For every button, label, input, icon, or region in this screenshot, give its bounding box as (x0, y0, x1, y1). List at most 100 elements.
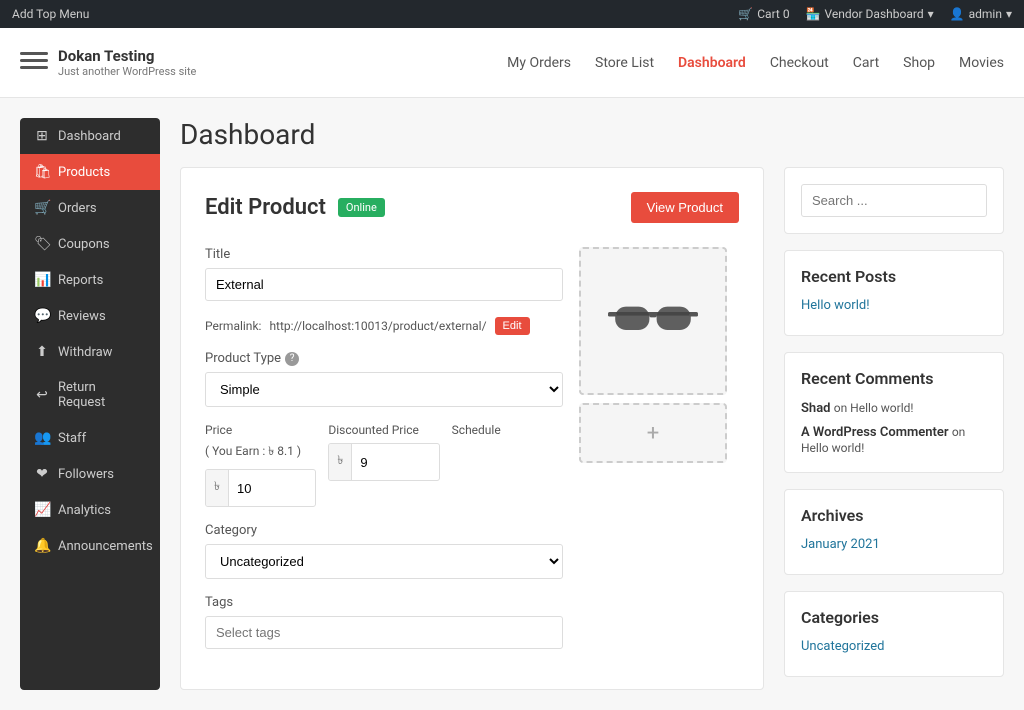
add-image-button[interactable]: + (579, 403, 727, 463)
vendor-dashboard-label: Vendor Dashboard (825, 7, 924, 21)
recent-posts-widget: Recent Posts Hello world! (784, 250, 1004, 336)
menu-icon[interactable] (20, 52, 48, 74)
sidebar-item-orders[interactable]: 🛒 Orders (20, 190, 160, 226)
sidebar-item-label: Return Request (58, 380, 146, 410)
cart-label: Cart 0 (757, 7, 789, 21)
product-image-panel: + (579, 247, 739, 665)
recent-post-link-0[interactable]: Hello world! (801, 298, 987, 313)
admin-bar-left: Add Top Menu (12, 7, 89, 21)
page-wrapper: ⊞ Dashboard 🛍 Products 🛒 Orders 🏷 Coupon… (0, 98, 1024, 710)
site-title: Dokan Testing (58, 47, 196, 65)
price-row: Price ( You Earn : ৳ 8.1 ) ৳ Discounted … (205, 423, 563, 507)
return-icon: ↩ (34, 387, 50, 403)
nav-shop[interactable]: Shop (903, 55, 935, 71)
comment-author-1: A WordPress Commenter (801, 425, 952, 440)
permalink-label: Permalink: (205, 319, 261, 333)
help-icon: ? (285, 352, 299, 366)
discounted-price-col: Discounted Price ৳ (328, 423, 439, 507)
site-tagline: Just another WordPress site (58, 65, 196, 78)
view-product-button[interactable]: View Product (631, 192, 739, 223)
title-label: Title (205, 247, 563, 262)
categories-widget: Categories Uncategorized (784, 591, 1004, 677)
user-icon: 👤 (950, 7, 965, 21)
permalink-row: Permalink: http://localhost:10013/produc… (205, 317, 563, 335)
reviews-icon: 💬 (34, 308, 50, 324)
sidebar-item-label: Reports (58, 273, 103, 288)
price-input-wrap: ৳ (205, 469, 316, 507)
sidebar-item-analytics[interactable]: 📈 Analytics (20, 492, 160, 528)
sidebar-item-reviews[interactable]: 💬 Reviews (20, 298, 160, 334)
main-nav: My Orders Store List Dashboard Checkout … (507, 55, 1004, 71)
price-label: Price (205, 423, 316, 437)
store-icon: 🏪 (806, 7, 821, 21)
site-logo: Dokan Testing Just another WordPress sit… (20, 47, 196, 78)
comment-text-0: on Hello world! (834, 401, 914, 415)
category-link-0[interactable]: Uncategorized (801, 639, 987, 654)
sidebar-item-withdraw[interactable]: ⬆ Withdraw (20, 334, 160, 370)
sidebar-item-dashboard[interactable]: ⊞ Dashboard (20, 118, 160, 154)
title-field-group: Title (205, 247, 563, 301)
sidebar-item-label: Staff (58, 431, 86, 446)
recent-comments-title: Recent Comments (801, 369, 987, 388)
page-title: Dashboard (180, 118, 1004, 151)
edit-permalink-button[interactable]: Edit (495, 317, 530, 335)
price-col: Price ( You Earn : ৳ 8.1 ) ৳ (205, 423, 316, 507)
sidebar-item-reports[interactable]: 📊 Reports (20, 262, 160, 298)
category-row: Category Uncategorized (205, 523, 563, 579)
tags-label: Tags (205, 595, 563, 610)
admin-label: admin (969, 7, 1002, 21)
cart-item[interactable]: 🛒 Cart 0 (738, 7, 789, 21)
price-earn-label: ( You Earn : ৳ 8.1 ) (205, 443, 316, 463)
cart-icon: 🛒 (738, 7, 753, 21)
edit-product-header: Edit Product Online View Product (205, 192, 739, 223)
product-main-image[interactable] (579, 247, 727, 395)
nav-dashboard[interactable]: Dashboard (678, 55, 746, 71)
sidebar-item-followers[interactable]: ❤ Followers (20, 456, 160, 492)
sidebar-item-label: Products (58, 165, 110, 180)
sidebar-item-label: Withdraw (58, 345, 112, 360)
discounted-price-input-wrap: ৳ (328, 443, 439, 481)
archive-link-0[interactable]: January 2021 (801, 537, 987, 552)
plus-icon: + (647, 421, 659, 446)
tags-row: Tags (205, 595, 563, 649)
coupons-icon: 🏷 (34, 236, 50, 252)
discounted-price-label: Discounted Price (328, 423, 439, 437)
price-currency-symbol: ৳ (206, 470, 229, 506)
admin-bar: Add Top Menu 🛒 Cart 0 🏪 Vendor Dashboard… (0, 0, 1024, 28)
online-badge: Online (338, 198, 385, 217)
sidebar-item-label: Followers (58, 467, 114, 482)
schedule-col: Schedule (452, 423, 563, 507)
products-icon: 🛍 (34, 164, 50, 180)
tags-input[interactable] (205, 616, 563, 649)
site-header: Dokan Testing Just another WordPress sit… (0, 28, 1024, 98)
product-type-select[interactable]: Simple Variable External (205, 372, 563, 407)
sidebar-item-products[interactable]: 🛍 Products (20, 154, 160, 190)
vendor-dashboard-item[interactable]: 🏪 Vendor Dashboard ▾ (806, 7, 934, 21)
sidebar-item-return-request[interactable]: ↩ Return Request (20, 370, 160, 420)
form-and-image: Title Permalink: http://localhost:10013/… (205, 247, 739, 665)
sidebar-item-staff[interactable]: 👥 Staff (20, 420, 160, 456)
nav-cart[interactable]: Cart (853, 55, 879, 71)
price-input[interactable] (229, 473, 315, 504)
comment-author-0: Shad (801, 401, 834, 416)
sidebar-item-label: Reviews (58, 309, 106, 324)
search-widget (784, 167, 1004, 234)
nav-store-list[interactable]: Store List (595, 55, 654, 71)
main-content: Dashboard Edit Product Online View Produ… (180, 118, 1004, 690)
title-input[interactable] (205, 268, 563, 301)
sidebar-item-announcements[interactable]: 🔔 Announcements (20, 528, 160, 564)
nav-checkout[interactable]: Checkout (770, 55, 829, 71)
search-input[interactable] (801, 184, 987, 217)
staff-icon: 👥 (34, 430, 50, 446)
orders-icon: 🛒 (34, 200, 50, 216)
nav-movies[interactable]: Movies (959, 55, 1004, 71)
sidebar-item-label: Announcements (58, 539, 153, 554)
category-select[interactable]: Uncategorized (205, 544, 563, 579)
admin-user-item[interactable]: 👤 admin ▾ (950, 7, 1012, 21)
add-top-menu-link[interactable]: Add Top Menu (12, 7, 89, 21)
discounted-price-input[interactable] (352, 447, 438, 478)
nav-my-orders[interactable]: My Orders (507, 55, 571, 71)
search-input-wrap (801, 184, 987, 217)
sidebar-item-coupons[interactable]: 🏷 Coupons (20, 226, 160, 262)
product-type-label: Product Type (205, 351, 281, 366)
